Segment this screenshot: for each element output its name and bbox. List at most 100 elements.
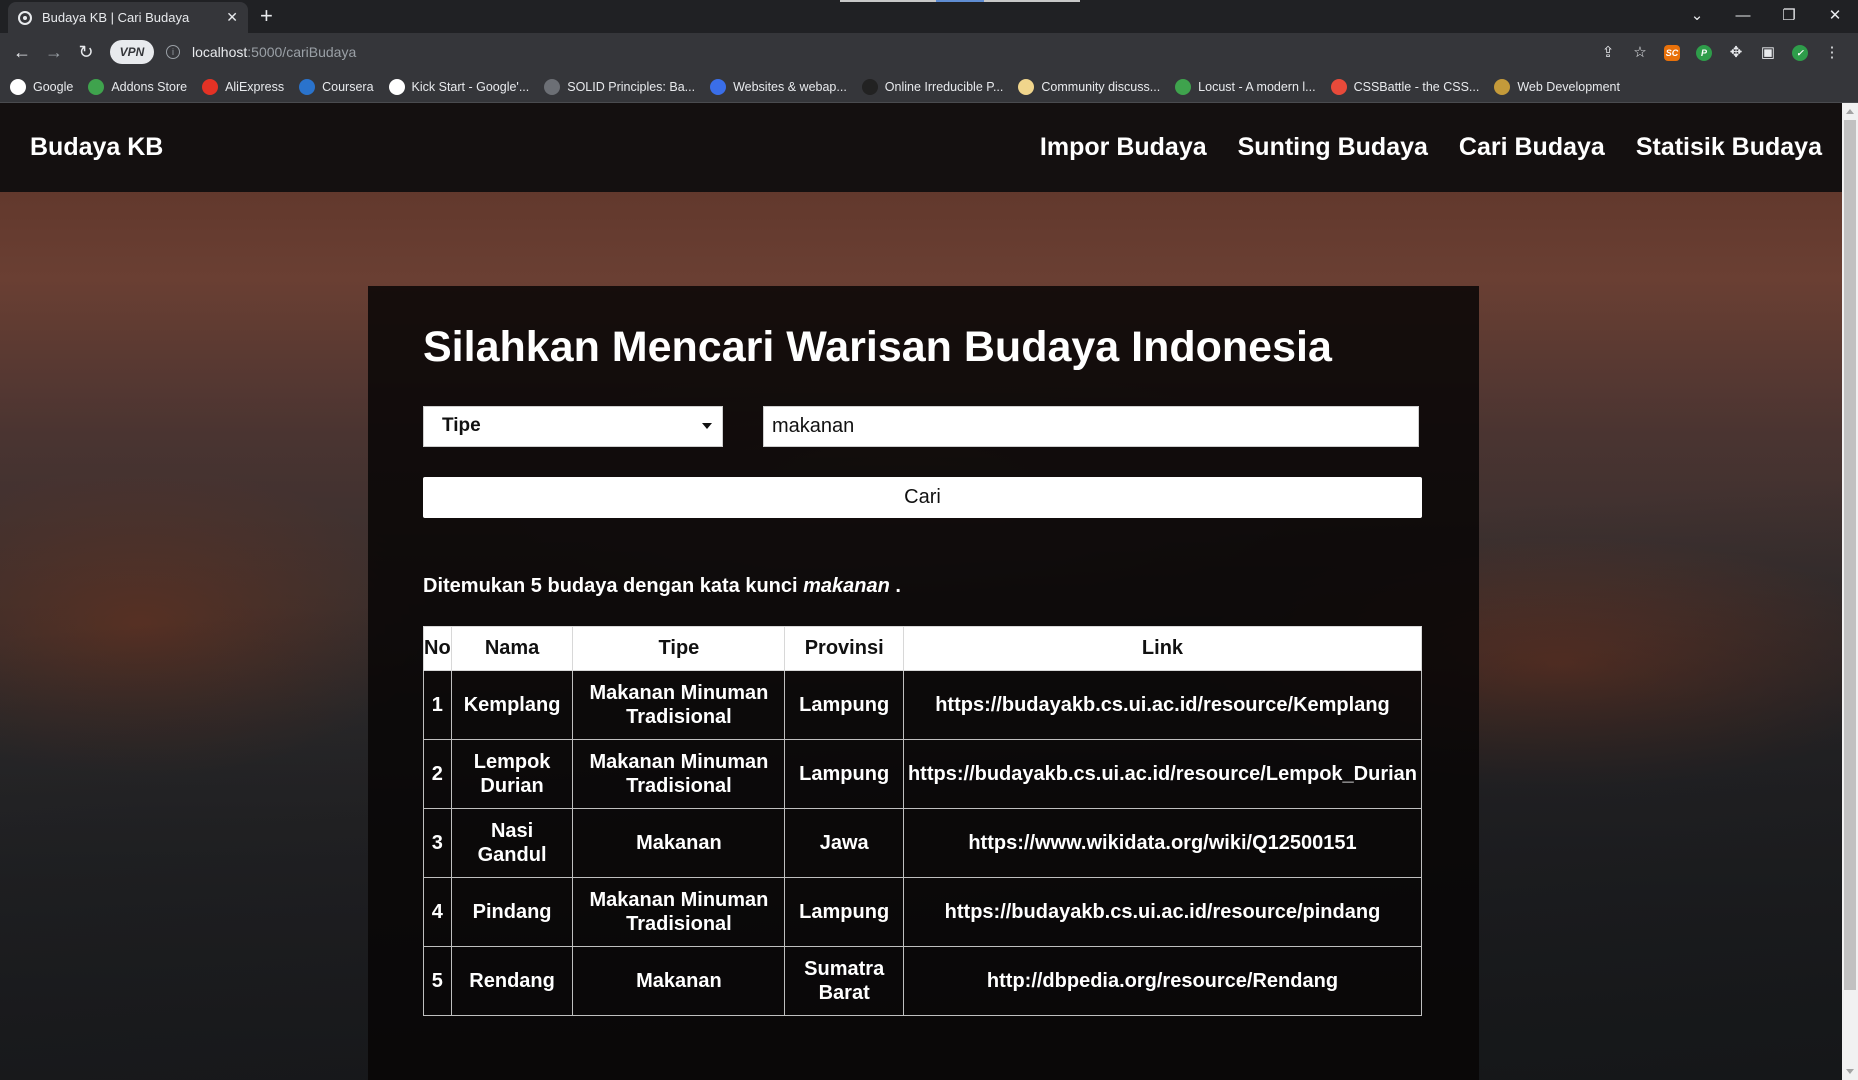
chevron-down-icon	[702, 423, 712, 429]
tab-scroll-indicator	[840, 0, 1080, 2]
nav-link-cari[interactable]: Cari Budaya	[1459, 133, 1605, 162]
bookmark-favicon-icon	[10, 78, 26, 95]
cell-no: 4	[423, 877, 452, 947]
cell-tipe: Makanan Minuman Tradisional	[572, 877, 786, 947]
minimize-icon[interactable]: —	[1720, 7, 1766, 24]
nav-links: Impor Budaya Sunting Budaya Cari Budaya …	[1009, 133, 1822, 162]
bookmark-label: Addons Store	[111, 79, 188, 94]
site-info-icon[interactable]: i	[166, 45, 180, 59]
scroll-up-icon[interactable]	[1846, 109, 1854, 114]
cell-no: 1	[423, 670, 452, 740]
result-keyword: makanan	[803, 575, 890, 597]
bookmark-label: Kick Start - Google'...	[411, 79, 530, 94]
bookmark-item[interactable]: Web Development	[1494, 78, 1620, 95]
scroll-down-icon[interactable]	[1846, 1069, 1854, 1074]
bookmark-item[interactable]: Online Irreducible P...	[861, 78, 1004, 95]
results-table: No Nama Tipe Provinsi Link 1 Kemplang Maka…	[423, 626, 1423, 1016]
bookmark-item[interactable]: Addons Store	[88, 78, 188, 95]
tab-search-icon[interactable]: ⌄	[1674, 6, 1720, 24]
scroll-thumb[interactable]	[1844, 120, 1856, 990]
side-panel-icon[interactable]: ▣	[1752, 43, 1784, 61]
url-host: localhost	[192, 44, 248, 60]
table-row: 1 Kemplang Makanan Minuman Tradisional Lamp…	[423, 670, 1423, 740]
reload-icon[interactable]: ↻	[70, 42, 102, 63]
cell-link[interactable]: https://www.wikidata.org/wiki/Q12500151	[902, 808, 1423, 878]
bookmark-favicon-icon	[544, 78, 561, 95]
bookmark-label: Online Irreducible P...	[884, 79, 1004, 94]
cell-no: 2	[423, 739, 452, 809]
bookmark-item[interactable]: SOLID Principles: Ba...	[544, 78, 695, 95]
window-controls: ⌄ — ❐ ✕	[1674, 0, 1858, 30]
bookmark-favicon-icon	[1494, 78, 1511, 95]
close-tab-icon[interactable]: ✕	[226, 9, 238, 26]
bookmark-label: Web Development	[1517, 79, 1620, 94]
browser-tab[interactable]: Budaya KB | Cari Budaya ✕	[8, 2, 248, 33]
extension-sc-icon[interactable]: SC	[1656, 43, 1688, 61]
nav-link-impor[interactable]: Impor Budaya	[1040, 133, 1207, 162]
type-select[interactable]: Tipe	[423, 406, 723, 447]
cell-nama: Rendang	[450, 946, 574, 1016]
bookmark-item[interactable]: Locust - A modern l...	[1175, 78, 1316, 95]
bookmark-label: Coursera	[322, 79, 374, 94]
brand-logo[interactable]: Budaya KB	[30, 133, 163, 162]
bookmark-label: AliExpress	[225, 79, 285, 94]
search-panel: Silahkan Mencari Warisan Budaya Indonesi…	[368, 286, 1479, 1080]
forward-icon[interactable]: →	[38, 42, 70, 63]
bookmark-item[interactable]: AliExpress	[202, 78, 285, 95]
extension-p-icon[interactable]: P	[1688, 43, 1720, 61]
toolbar-actions: ⇪ ☆ SC P ✥ ▣ ✓ ⋮	[1592, 43, 1858, 61]
new-tab-button[interactable]: +	[260, 4, 273, 28]
bookmarks-bar: Google Addons Store AliExpress Coursera Kick…	[0, 71, 1858, 103]
tab-strip: Budaya KB | Cari Budaya ✕ + ⌄ — ❐ ✕	[0, 0, 1858, 33]
bookmark-item[interactable]: Google	[10, 78, 74, 95]
cell-link[interactable]: http://dbpedia.org/resource/Rendang	[902, 946, 1423, 1016]
browser-toolbar: ← → ↻ VPN i localhost:5000/cariBudaya ⇪ …	[0, 33, 1858, 71]
cell-provinsi: Sumatra Barat	[784, 946, 904, 1016]
header-tipe: Tipe	[572, 626, 786, 671]
bookmark-label: Locust - A modern l...	[1198, 79, 1316, 94]
menu-kebab-icon[interactable]: ⋮	[1816, 43, 1848, 61]
cell-no: 3	[423, 808, 452, 878]
table-row: 5 Rendang Makanan Sumatra Barat http://dbped…	[423, 946, 1423, 1016]
bookmark-item[interactable]: Community discuss...	[1018, 78, 1160, 95]
cell-link[interactable]: https://budayakb.cs.ui.ac.id/resource/Ke…	[902, 670, 1423, 740]
share-icon[interactable]: ⇪	[1592, 43, 1624, 61]
cell-nama: Pindang	[450, 877, 574, 947]
bookmark-star-icon[interactable]: ☆	[1624, 43, 1656, 61]
globe-icon	[18, 10, 32, 25]
extensions-puzzle-icon[interactable]: ✥	[1720, 43, 1752, 61]
page-scrollbar[interactable]	[1842, 103, 1858, 1080]
header-nama: Nama	[450, 626, 574, 671]
bookmark-item[interactable]: CSSBattle - the CSS...	[1330, 78, 1479, 95]
bookmark-item[interactable]: Kick Start - Google'...	[388, 78, 530, 95]
header-no: No	[423, 626, 452, 671]
bookmark-item[interactable]: Websites & webap...	[710, 78, 847, 95]
cell-tipe: Makanan Minuman Tradisional	[572, 739, 786, 809]
bookmark-favicon-icon	[1018, 78, 1035, 95]
vpn-badge[interactable]: VPN	[110, 40, 154, 64]
cell-link[interactable]: https://budayakb.cs.ui.ac.id/resource/Le…	[902, 739, 1423, 809]
cell-tipe: Makanan Minuman Tradisional	[572, 670, 786, 740]
bookmark-item[interactable]: Coursera	[299, 78, 374, 95]
header-provinsi: Provinsi	[784, 626, 904, 671]
bookmark-favicon-icon	[88, 78, 105, 95]
address-bar[interactable]: i localhost:5000/cariBudaya	[160, 38, 1592, 66]
cell-nama: Kemplang	[450, 670, 574, 740]
nav-link-sunting[interactable]: Sunting Budaya	[1238, 133, 1428, 162]
cell-link[interactable]: https://budayakb.cs.ui.ac.id/resource/pi…	[902, 877, 1423, 947]
search-input[interactable]	[763, 406, 1419, 447]
url-path: :5000/cariBudaya	[247, 44, 357, 60]
back-icon[interactable]: ←	[6, 42, 38, 63]
extension-check-icon[interactable]: ✓	[1784, 43, 1816, 61]
result-prefix: Ditemukan 5 budaya dengan kata kunci	[423, 575, 798, 597]
type-select-value: Tipe	[442, 415, 481, 436]
search-button[interactable]: Cari	[423, 477, 1422, 518]
close-window-icon[interactable]: ✕	[1812, 6, 1858, 24]
nav-link-statistik[interactable]: Statisik Budaya	[1636, 133, 1822, 162]
cell-provinsi: Lampung	[784, 877, 904, 947]
bookmark-favicon-icon	[1330, 78, 1347, 95]
restore-icon[interactable]: ❐	[1766, 6, 1812, 24]
bookmark-label: Google	[33, 79, 74, 94]
bookmark-favicon-icon	[388, 78, 405, 95]
result-summary: Ditemukan 5 budaya dengan kata kunci mak…	[423, 575, 901, 598]
